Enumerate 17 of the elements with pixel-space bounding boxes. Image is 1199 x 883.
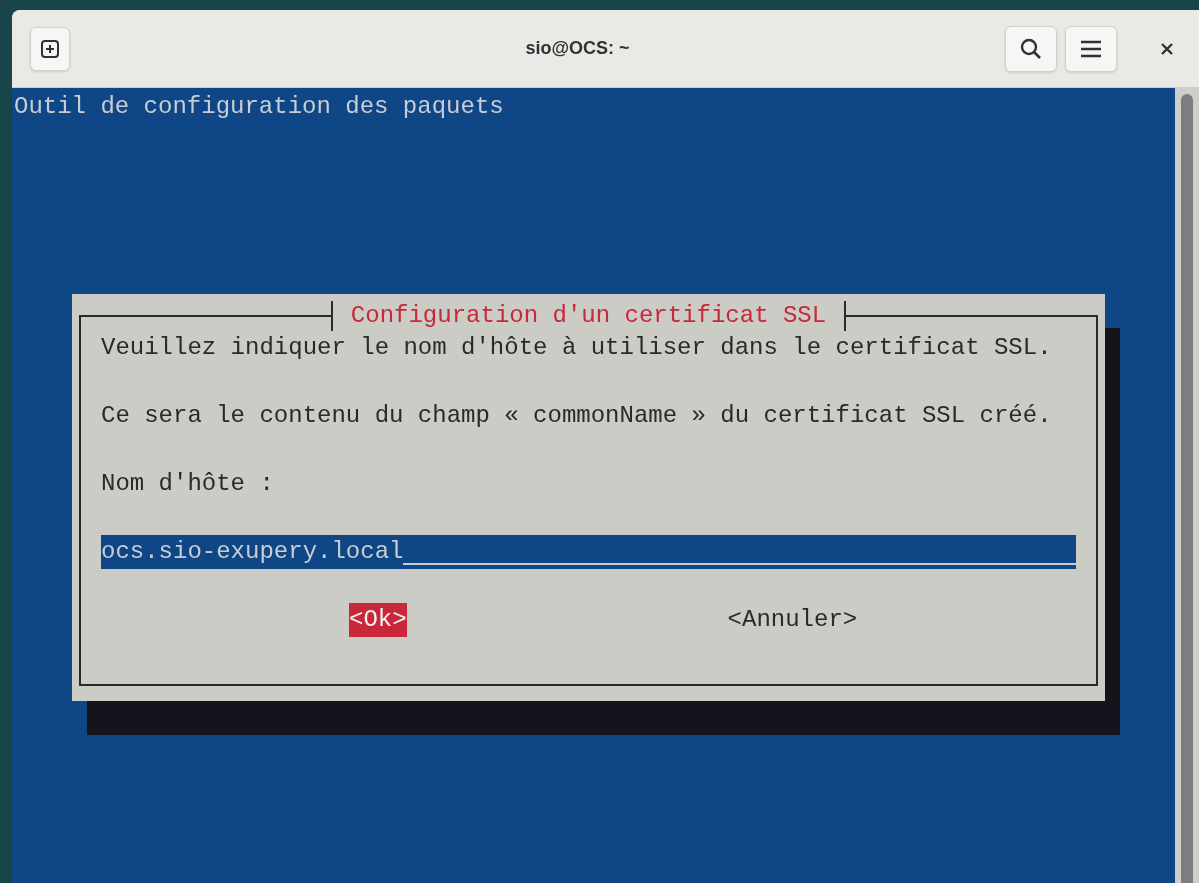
input-field[interactable]: ocs.sio-exupery.local — [101, 535, 1076, 569]
new-tab-button[interactable] — [30, 26, 70, 71]
dialog-button[interactable]: <Annuler> — [727, 603, 858, 637]
new-tab-icon — [40, 38, 60, 59]
close-icon — [1161, 42, 1173, 55]
menu-icon — [1080, 39, 1102, 58]
dialog-text: Nom d'hôte : — [101, 469, 274, 499]
terminal-heading: Outil de configuration des paquets — [14, 92, 505, 122]
scrollbar-thumb[interactable] — [1181, 94, 1193, 883]
dialog-text: Ce sera le contenu du champ « commonName » du certificat SSL créé. — [101, 401, 1052, 431]
search-button[interactable] — [1005, 25, 1057, 72]
window-title: sio@OCS: ~ — [525, 37, 630, 60]
dialog-text: Veuillez indiquer le nom d'hôte à utiliser dans le certificat SSL. — [101, 333, 1052, 363]
menu-button[interactable] — [1065, 25, 1117, 72]
dialog-button[interactable]: <Ok> — [349, 603, 407, 637]
search-icon — [1019, 36, 1043, 61]
dialog-title: Configuration d'un certificat SSL — [330, 301, 847, 331]
